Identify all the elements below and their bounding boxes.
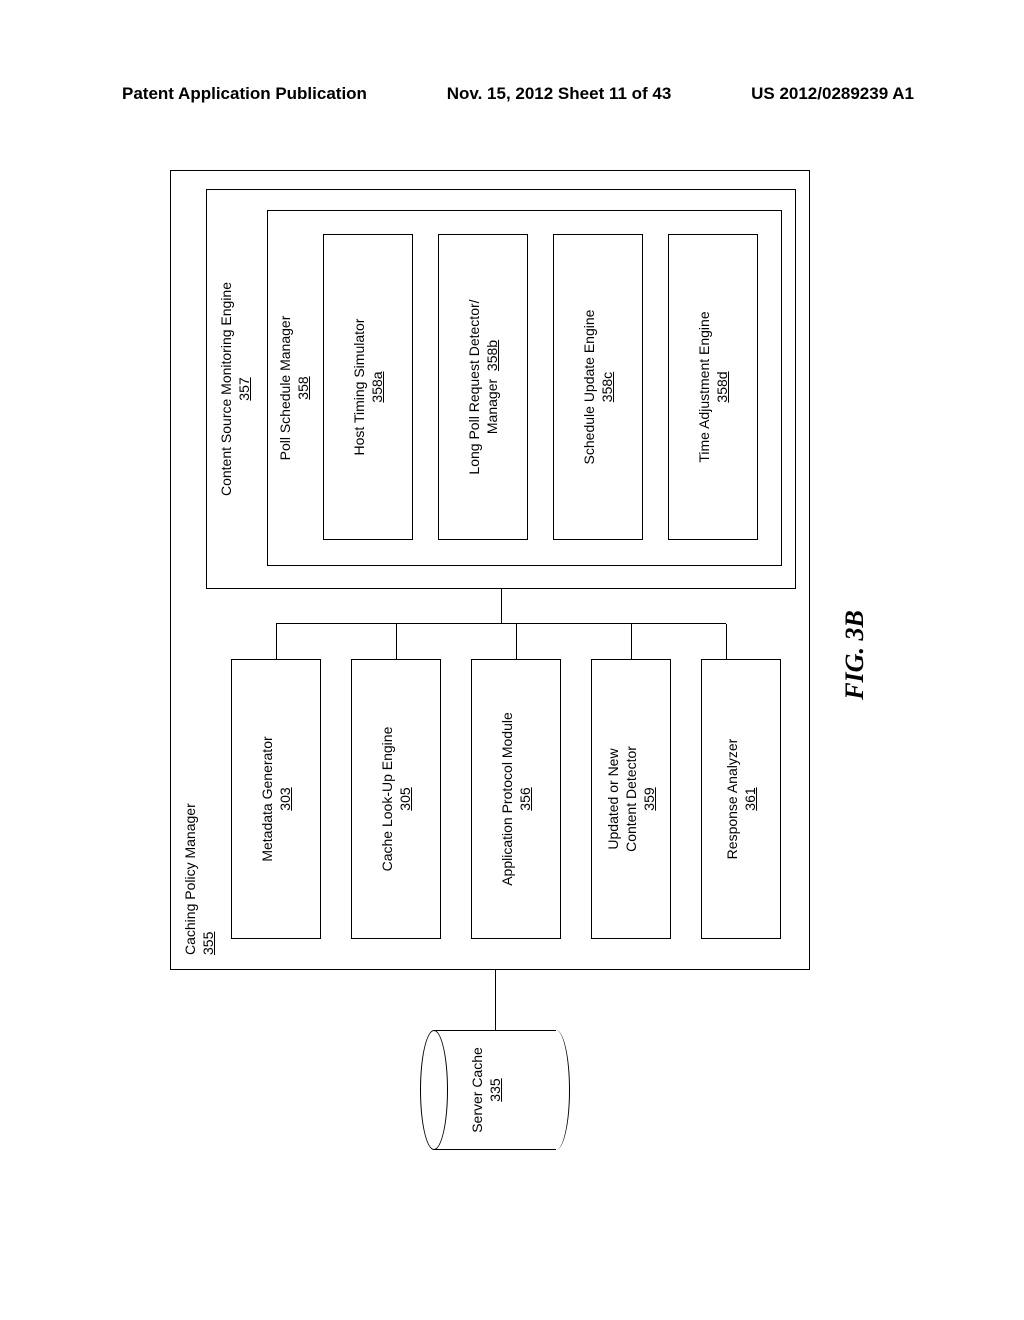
long-poll-box: Long Poll Request Detector/ Manager 358b: [438, 234, 528, 540]
poll-schedule-manager-box: Poll Schedule Manager 358 Host Timing Si…: [267, 210, 782, 566]
connector: [516, 624, 517, 659]
host-timing-box: Host Timing Simulator 358a: [323, 234, 413, 540]
schedule-update-box: Schedule Update Engine 358c: [553, 234, 643, 540]
figure-area: Server Cache 335 Caching Policy Manager …: [100, 160, 930, 1220]
header-right: US 2012/0289239 A1: [751, 84, 914, 104]
content-detector-box: Updated or New Content Detector 359: [591, 659, 671, 939]
response-analyzer-box: Response Analyzer 361: [701, 659, 781, 939]
cache-lookup-box: Cache Look-Up Engine 305: [351, 659, 441, 939]
content-source-monitoring-box: Content Source Monitoring Engine 357 Pol…: [206, 189, 796, 589]
server-cache-label: Server Cache 335: [468, 1030, 504, 1150]
app-protocol-box: Application Protocol Module 356: [471, 659, 561, 939]
page-header: Patent Application Publication Nov. 15, …: [0, 84, 1024, 104]
metadata-generator-box: Metadata Generator 303: [231, 659, 321, 939]
connector: [276, 624, 277, 659]
connector-to-right: [501, 589, 502, 624]
header-center: Nov. 15, 2012 Sheet 11 of 43: [447, 84, 672, 104]
poll-schedule-manager-title: Poll Schedule Manager 358: [276, 211, 312, 565]
content-source-monitoring-title: Content Source Monitoring Engine 357: [217, 190, 253, 588]
figure-label: FIG. 3B: [840, 160, 870, 1150]
connector: [726, 624, 727, 659]
header-left: Patent Application Publication: [122, 84, 367, 104]
left-module-stack: Metadata Generator 303 Cache Look-Up Eng…: [231, 659, 791, 939]
server-cache-db: Server Cache 335: [420, 1030, 570, 1150]
connector: [631, 624, 632, 659]
caching-policy-manager-box: Caching Policy Manager 355 Metadata Gene…: [170, 170, 810, 970]
connector: [495, 970, 496, 1030]
rotated-diagram: Server Cache 335 Caching Policy Manager …: [160, 160, 880, 1150]
connector: [396, 624, 397, 659]
caching-policy-manager-title: Caching Policy Manager 355: [181, 803, 217, 955]
time-adjust-box: Time Adjustment Engine 358d: [668, 234, 758, 540]
